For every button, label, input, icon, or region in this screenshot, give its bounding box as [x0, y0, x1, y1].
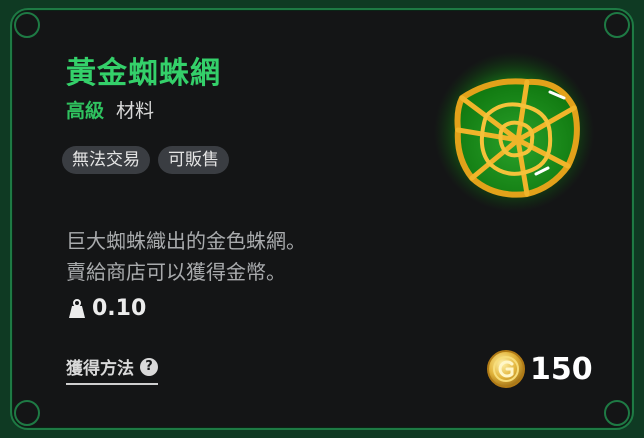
question-circle-icon: ? [140, 357, 158, 376]
weight-value: 0.10 [92, 296, 147, 321]
tag-sellable: 可販售 [158, 146, 229, 174]
corner-ornament [14, 400, 40, 426]
item-description: 巨大蜘蛛織出的金色蛛網。 賣給商店可以獲得金幣。 [66, 226, 306, 288]
item-category: 材料 [116, 100, 155, 122]
corner-ornament [604, 12, 630, 38]
obtain-method-label: 獲得方法 [66, 359, 134, 379]
item-tags: 無法交易 可販售 [62, 146, 229, 174]
weight-icon [69, 298, 85, 318]
item-tooltip-frame: 黃金蜘蛛網 高級 材料 無法交易 可販售 巨大蜘蛛織出的金色蛛網。 賣給商店可以… [0, 0, 644, 438]
description-line: 賣給商店可以獲得金幣。 [66, 260, 286, 284]
item-weight: 0.10 [68, 296, 146, 321]
item-name: 黃金蜘蛛網 [66, 56, 221, 91]
item-grade: 高級 [66, 100, 105, 122]
sell-price: 150 [486, 349, 593, 389]
corner-ornament [604, 400, 630, 426]
tag-untradeable: 無法交易 [62, 146, 150, 174]
description-line: 巨大蜘蛛織出的金色蛛網。 [66, 229, 306, 253]
golden-spider-web-icon [434, 52, 594, 212]
obtain-method-link[interactable]: 獲得方法 ? [66, 354, 158, 385]
corner-ornament [14, 12, 40, 38]
gold-coin-icon [487, 350, 525, 388]
price-value: 150 [530, 351, 593, 387]
item-meta: 高級 材料 [66, 96, 154, 123]
